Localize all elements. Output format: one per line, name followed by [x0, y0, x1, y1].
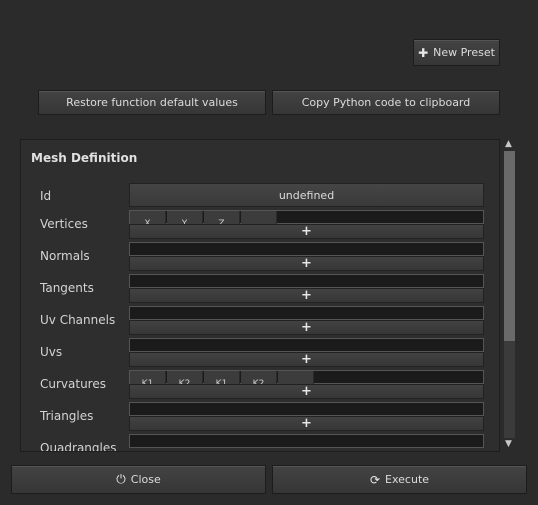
plus-icon: + [301, 320, 312, 335]
vertices-header-z: Z [204, 211, 240, 225]
power-icon: ⏻ [116, 472, 126, 486]
triangles-add-button[interactable]: + [129, 416, 484, 431]
plus-icon: + [301, 288, 312, 303]
uv-channels-add-button[interactable]: + [129, 320, 484, 335]
execute-button[interactable]: ⟳ Execute [272, 465, 527, 494]
curvatures-header-k1: K1 [130, 371, 166, 385]
row-label-quadrangles: Quadrangles [40, 441, 117, 452]
row-label-normals: Normals [40, 249, 90, 263]
uv-channels-table[interactable] [129, 306, 484, 320]
refresh-icon: ⟳ [369, 472, 381, 487]
curvatures-header-k2: K2 [167, 371, 203, 385]
uvs-add-button[interactable]: + [129, 352, 484, 367]
arrow-up-icon[interactable]: ▲ [505, 139, 512, 149]
new-preset-button[interactable]: ✚ New Preset [413, 39, 500, 66]
plus-icon: + [301, 352, 312, 367]
plus-icon: + [301, 256, 312, 271]
copy-python-button[interactable]: Copy Python code to clipboard [272, 90, 500, 115]
quadrangles-table[interactable] [129, 434, 484, 448]
curvatures-add-button[interactable]: + [129, 384, 484, 399]
curvatures-header-blank [278, 371, 314, 385]
new-preset-label: New Preset [433, 46, 495, 59]
row-label-triangles: Triangles [40, 409, 94, 423]
tangents-table[interactable] [129, 274, 484, 288]
plus-icon: + [301, 224, 312, 239]
close-button[interactable]: ⏻ Close [11, 465, 266, 494]
id-field[interactable]: undefined [129, 183, 484, 207]
vertices-header-x: X [130, 211, 166, 225]
close-label: Close [130, 473, 161, 486]
restore-defaults-button[interactable]: Restore function default values [38, 90, 266, 115]
vertices-header-y: Y [167, 211, 203, 225]
row-label-curvatures: Curvatures [40, 377, 106, 391]
uvs-table[interactable] [129, 338, 484, 352]
plus-icon: + [301, 416, 312, 431]
curvatures-table[interactable]: K1 K2 K1 K2 [129, 370, 484, 385]
execute-label: Execute [385, 473, 430, 486]
triangles-table[interactable] [129, 402, 484, 416]
id-value: undefined [278, 188, 335, 202]
vertices-add-button[interactable]: + [129, 224, 484, 239]
normals-add-button[interactable]: + [129, 256, 484, 271]
vertices-header-blank [241, 211, 277, 225]
plus-icon: + [301, 384, 312, 399]
row-label-uvs: Uvs [40, 345, 63, 359]
row-label-vertices: Vertices [40, 217, 88, 231]
tangents-add-button[interactable]: + [129, 288, 484, 303]
vertices-table[interactable]: X Y Z [129, 210, 484, 225]
plus-icon: ✚ [418, 45, 429, 60]
normals-table[interactable] [129, 242, 484, 256]
curvatures-header-k1b: K1 [204, 371, 240, 385]
section-title: Mesh Definition [31, 151, 138, 165]
arrow-down-icon[interactable]: ▼ [505, 439, 512, 449]
restore-defaults-label: Restore function default values [66, 96, 238, 109]
id-label: Id [40, 189, 52, 203]
scroll-thumb[interactable] [504, 151, 515, 341]
panel-scrollbar[interactable]: ▲ ▼ [503, 139, 517, 452]
mesh-definition-panel: Mesh Definition Id undefined Vertices X … [20, 139, 500, 452]
curvatures-header-k2b: K2 [241, 371, 277, 385]
row-label-tangents: Tangents [40, 281, 94, 295]
row-label-uv-channels: Uv Channels [40, 313, 116, 327]
copy-python-label: Copy Python code to clipboard [301, 96, 471, 109]
